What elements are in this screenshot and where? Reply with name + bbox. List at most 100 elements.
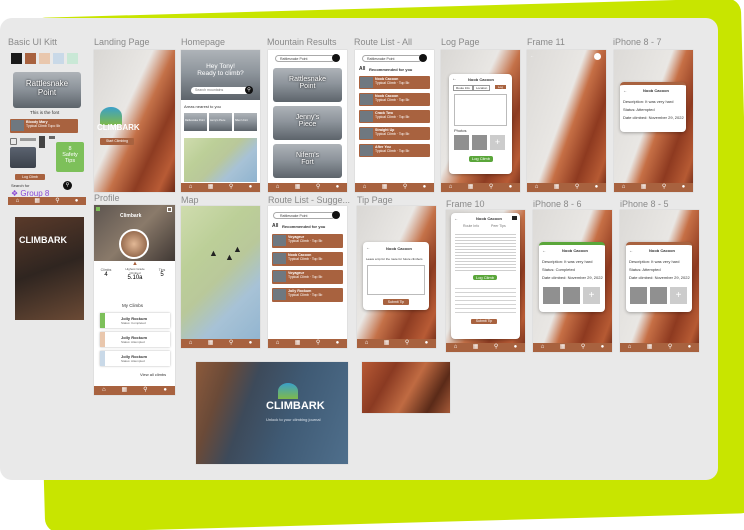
search-input[interactable]: Search mountains — [191, 87, 249, 94]
search-icon[interactable]: ⚲ — [245, 86, 253, 94]
home-icon[interactable]: ⌂ — [276, 339, 280, 348]
search-icon[interactable]: ⚲ — [489, 183, 493, 192]
doc-icon[interactable]: ▦ — [554, 183, 560, 192]
route-item[interactable]: Noob Cacoon Typical Climb · Top 5b — [359, 76, 430, 89]
user-icon[interactable]: ● — [336, 339, 340, 348]
user-icon[interactable]: ● — [514, 343, 518, 352]
tab-all[interactable]: All — [359, 66, 365, 72]
route-item[interactable]: Noob Cacoon Typical Climb · Top 5b — [359, 93, 430, 106]
submit-tip-button[interactable]: Submit Tip — [471, 319, 497, 324]
search-icon[interactable] — [332, 211, 340, 219]
tab-log[interactable]: Log — [495, 85, 507, 89]
search-icon[interactable]: ⚲ — [229, 183, 233, 192]
search-icon[interactable]: ⚲ — [494, 343, 498, 352]
home-icon[interactable]: ⌂ — [189, 183, 193, 192]
back-arrow-icon[interactable]: ← — [530, 53, 534, 58]
home-icon[interactable]: ⌂ — [16, 197, 20, 206]
back-arrow-icon[interactable]: ← — [366, 245, 370, 250]
tip-textarea[interactable] — [367, 265, 425, 295]
doc-icon[interactable]: ▦ — [295, 183, 301, 192]
back-arrow-icon[interactable]: ← — [623, 88, 627, 93]
safety-tips-card[interactable]: 8 Safety Tips — [56, 142, 84, 172]
route-item[interactable]: Noob Cacoon Typical Climb · Top 5b — [272, 252, 343, 266]
log-climb-button[interactable]: Log Climb — [469, 156, 493, 162]
doc-icon[interactable]: ▦ — [34, 197, 40, 206]
route-item[interactable]: Voyageur Typical Climb · Top 5b — [272, 270, 343, 284]
home-icon[interactable]: ⌂ — [189, 339, 193, 348]
search-icon[interactable]: ⚲ — [229, 339, 233, 348]
photo-thumb[interactable] — [472, 135, 487, 150]
user-icon[interactable]: ● — [163, 386, 167, 395]
user-icon[interactable]: ● — [336, 183, 340, 192]
user-icon[interactable]: ● — [425, 339, 429, 348]
frame-title-landing[interactable]: Landing Page — [94, 37, 150, 47]
home-icon[interactable]: ⌂ — [363, 183, 367, 192]
back-arrow-icon[interactable]: ← — [454, 216, 458, 221]
frame-title-tip-page[interactable]: Tip Page — [357, 195, 393, 205]
home-icon[interactable]: ⌂ — [449, 183, 453, 192]
doc-icon[interactable]: ▦ — [641, 183, 647, 192]
doc-icon[interactable]: ▦ — [384, 339, 390, 348]
frame-title-frame11[interactable]: Frame 11 — [527, 37, 565, 47]
frame-title-ui-kit[interactable]: Basic UI Kitt — [8, 37, 57, 47]
frame-title-route-list-all[interactable]: Route List - All — [354, 37, 412, 47]
user-icon[interactable]: ● — [249, 339, 253, 348]
home-icon[interactable]: ⌂ — [541, 343, 545, 352]
tab-route-info[interactable]: Route Info — [453, 85, 473, 91]
search-icon[interactable]: ⚲ — [668, 343, 672, 352]
frame-title-map[interactable]: Map — [181, 195, 199, 205]
frame-title-mountain-results[interactable]: Mountain Results — [267, 37, 337, 47]
mountain-card[interactable]: Rattlesnake Point — [273, 68, 342, 102]
frame-title-frame10[interactable]: Frame 10 — [446, 199, 485, 209]
home-icon[interactable]: ⌂ — [622, 183, 626, 192]
user-icon[interactable]: ● — [423, 183, 427, 192]
search-icon[interactable]: ⚲ — [143, 386, 147, 395]
map-frame[interactable]: ▲ ▲ ▲ ⌂ ▦ ⚲ ● — [181, 206, 260, 348]
photo-thumb[interactable] — [563, 287, 580, 304]
photo-thumb[interactable] — [630, 287, 647, 304]
edit-icon[interactable] — [167, 207, 172, 212]
route-item[interactable]: Crack Two Typical Climb · Top 5b — [359, 110, 430, 123]
frame-title-iphone85[interactable]: iPhone 8 - 5 — [620, 199, 669, 209]
tab-route-info[interactable]: Route Info — [463, 224, 479, 228]
doc-icon[interactable]: ▦ — [295, 339, 301, 348]
frame-title-iphone86[interactable]: iPhone 8 - 6 — [533, 199, 582, 209]
search-icon[interactable]: ⚲ — [581, 343, 585, 352]
user-icon[interactable]: ● — [75, 197, 79, 206]
search-icon[interactable]: ⚲ — [403, 183, 407, 192]
info-icon[interactable] — [594, 53, 601, 60]
log-climb-button[interactable]: Log Climb — [473, 275, 497, 280]
home-icon[interactable]: ⌂ — [276, 183, 280, 192]
mini-map[interactable] — [184, 138, 257, 182]
doc-icon[interactable]: ▦ — [473, 343, 479, 352]
user-icon[interactable]: ● — [249, 183, 253, 192]
search-icon[interactable]: ⚲ — [405, 339, 409, 348]
photo-thumb[interactable] — [543, 287, 560, 304]
log-climb-button-sample[interactable]: Log Climb — [15, 174, 45, 180]
doc-icon[interactable]: ▦ — [560, 343, 566, 352]
climb-card[interactable]: Jolly Rockum Status: Completed — [100, 313, 170, 328]
doc-icon[interactable]: ▦ — [468, 183, 474, 192]
photo-thumb[interactable] — [454, 135, 469, 150]
search-icon[interactable]: ⚲ — [55, 197, 59, 206]
user-icon[interactable]: ● — [682, 183, 686, 192]
search-icon[interactable]: ⚲ — [316, 339, 320, 348]
search-input[interactable]: Rattlesnake Point — [362, 55, 422, 62]
add-photo-icon[interactable]: + — [583, 287, 600, 304]
search-icon[interactable]: ⚲ — [316, 183, 320, 192]
area-tile[interactable]: Jenny's Piece — [209, 113, 232, 131]
submit-tip-button[interactable]: Submit Tip — [383, 299, 409, 305]
route-item[interactable]: Jolly Rockum Typical Climb · Top 5b — [272, 288, 343, 302]
area-tile[interactable]: Rattlesnake Point — [184, 113, 207, 131]
frame-title-route-suggest[interactable]: Route List - Sugge... — [268, 195, 350, 205]
avatar[interactable] — [119, 229, 149, 259]
photo-thumb[interactable] — [650, 287, 667, 304]
tab-location[interactable]: Location — [473, 85, 491, 91]
search-icon[interactable]: ⚲ — [575, 183, 579, 192]
user-icon[interactable]: ● — [595, 183, 599, 192]
mountain-card[interactable]: Jenny's Piece — [273, 106, 342, 140]
mountain-card[interactable]: Nifem's Fort — [273, 144, 342, 178]
view-all-link[interactable]: View all climbs — [140, 372, 166, 377]
search-icon[interactable]: ⚲ — [662, 183, 666, 192]
doc-icon[interactable]: ▦ — [382, 183, 388, 192]
